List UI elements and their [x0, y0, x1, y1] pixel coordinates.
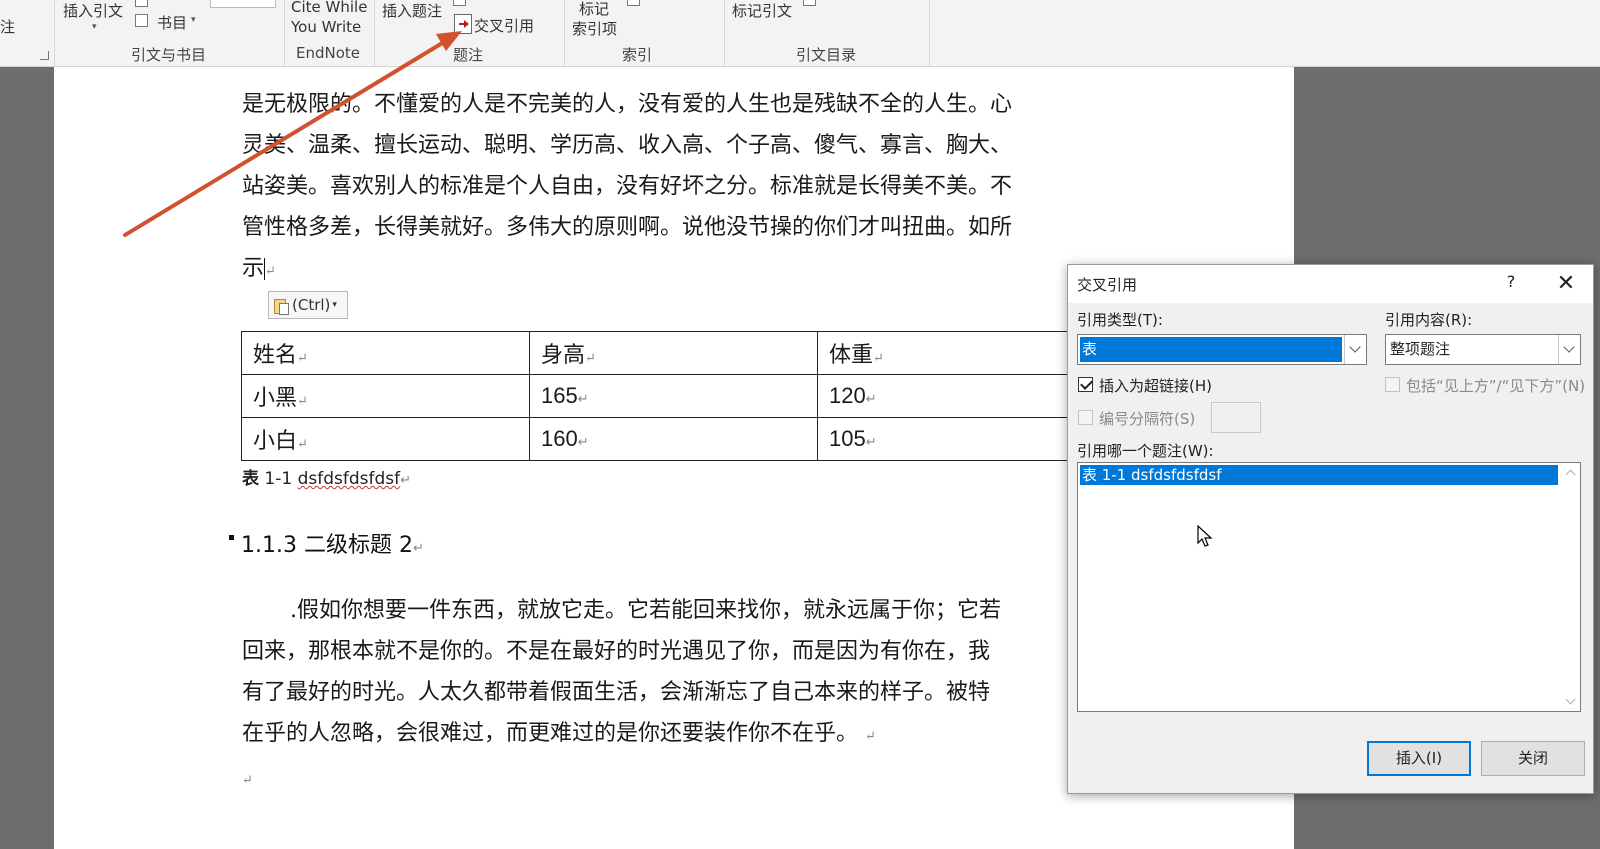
heading-bullet-icon: [229, 535, 234, 540]
mark-entry-line2[interactable]: 索引项: [572, 18, 617, 39]
mark-entry-line1[interactable]: 标记: [579, 0, 609, 19]
paragraph-2-line: 回来，那根本就不是你的。不是在最好的时光遇见了你，而是因为有你在，我: [242, 639, 991, 664]
dialog-title: 交叉引用: [1077, 276, 1138, 294]
caption-listbox[interactable]: 表 1-1 dsfdsfdsfdsf: [1077, 462, 1581, 712]
include-above-below-label: 包括“见上方”/“见下方”(N): [1406, 377, 1586, 395]
captions-group-label: 题注: [453, 46, 484, 64]
close-button[interactable]: 关闭: [1481, 741, 1585, 776]
document-table[interactable]: 姓名↵ 身高↵ 体重↵ 小黑↵ 165↵ 120↵ 小白↵ 160↵ 105↵: [241, 331, 1106, 461]
citations-group-label: 引文与书目: [131, 46, 207, 64]
table-cell[interactable]: 160↵: [529, 417, 818, 461]
which-caption-label: 引用哪一个题注(W):: [1077, 442, 1214, 460]
chevron-down-icon: [1563, 341, 1575, 353]
table-cell[interactable]: 体重↵: [817, 331, 1106, 375]
citations-group: 插入引文 ▾ 书目 ▾ 引文与书目: [55, 0, 285, 67]
table-cell[interactable]: 身高↵: [529, 331, 818, 375]
footnotes-group: 注: [0, 0, 55, 67]
separator-input[interactable]: [1211, 402, 1261, 433]
section-heading[interactable]: 1.1.3 二级标题 2↵: [241, 527, 424, 559]
insert-button[interactable]: 插入(I): [1367, 741, 1471, 776]
table-cell[interactable]: 姓名↵: [241, 331, 530, 375]
table-cell[interactable]: 小黑↵: [241, 374, 530, 418]
insert-caption-button[interactable]: 插入题注: [382, 0, 442, 21]
cross-reference-icon[interactable]: [454, 14, 472, 34]
table-row: 姓名↵ 身高↵ 体重↵: [241, 331, 1106, 375]
insert-citation-button[interactable]: 插入引文: [63, 0, 123, 21]
table-caption[interactable]: 表 1-1 dsfdsfdsfdsf↵: [242, 464, 411, 489]
bibliography-button[interactable]: 书目: [157, 12, 187, 33]
paragraph-1-line: 管性格多差，长得美就好。多伟大的原则啊。说他没节操的你们才叫扭曲。如所: [242, 215, 1013, 240]
footnote-label-fragment: 注: [0, 18, 16, 36]
separate-numbers-checkbox[interactable]: [1078, 410, 1093, 425]
insert-hyperlink-label[interactable]: 插入为超链接(H): [1099, 375, 1212, 396]
cite-while-you-write-line1[interactable]: Cite While: [291, 0, 367, 16]
mark-citation-button[interactable]: 标记引文: [732, 0, 792, 21]
table-cell[interactable]: 105↵: [817, 417, 1106, 461]
empty-paragraph-mark-icon: ↵: [242, 773, 253, 788]
help-icon[interactable]: ?: [1498, 272, 1524, 296]
paragraph-mark-icon: ↵: [400, 473, 412, 488]
cross-reference-dialog: 交叉引用 ? ✕ 引用类型(T): 表 引用内容(R): 整项题注 插入为超链接…: [1067, 264, 1594, 794]
clipboard-icon: [272, 295, 290, 315]
insert-index-icon: [627, 0, 640, 6]
endnote-group-label: EndNote: [296, 44, 361, 62]
dialog-titlebar[interactable]: 交叉引用 ? ✕: [1068, 265, 1593, 303]
table-row: 小白↵ 160↵ 105↵: [241, 417, 1106, 461]
paragraph-2-line: 有了最好的时光。人太久都带着假面生活，会渐渐忘了自己本来的样子。被特: [242, 680, 991, 705]
paste-options-label: (Ctrl): [292, 296, 331, 314]
reference-content-label: 引用内容(R):: [1385, 311, 1473, 329]
paragraph-1-line: 是无极限的。不懂爱的人是不完美的人，没有爱的人生也是残缺不全的人生。心: [242, 92, 1013, 117]
insert-toa-icon: [803, 0, 816, 6]
toa-group-label: 引文目录: [796, 46, 857, 64]
footnotes-dialog-launcher-icon[interactable]: [40, 51, 49, 60]
list-item[interactable]: 表 1-1 dsfdsfdsfdsf: [1080, 465, 1558, 485]
paste-options-button[interactable]: (Ctrl) ▾: [268, 291, 348, 319]
table-of-authorities-group: 标记引文 引文目录: [725, 0, 930, 67]
caption-text: dsfdsfdsfdsf: [297, 469, 401, 489]
insert-hyperlink-checkbox[interactable]: [1078, 377, 1093, 392]
captions-group: 插入题注 交叉引用 题注: [375, 0, 565, 67]
separate-numbers-label: 编号分隔符(S): [1099, 410, 1196, 428]
paragraph-1-line: 站姿美。喜欢别人的标准是个人自由，没有好坏之分。标准就是长得美不美。不: [242, 174, 1013, 199]
reference-type-label: 引用类型(T):: [1077, 311, 1163, 329]
paragraph-1-line: 灵美、温柔、擅长运动、聪明、学历高、收入高、个子高、傻气、寡言、胸大、: [242, 133, 1013, 158]
cross-reference-button[interactable]: 交叉引用: [474, 15, 534, 36]
table-cell[interactable]: 165↵: [529, 374, 818, 418]
mouse-pointer-icon: [1197, 525, 1213, 547]
citation-style-select[interactable]: [210, 0, 276, 8]
paragraph-2-line: 在乎的人忽略，会很难过，而更难过的是你还要装作你不在乎。 ↵: [242, 721, 876, 746]
bibliography-dropdown-icon[interactable]: ▾: [191, 15, 196, 25]
caption-number: 1-1: [264, 469, 293, 489]
index-group-label: 索引: [622, 46, 653, 64]
reference-content-dropdown[interactable]: [1558, 335, 1580, 364]
chevron-down-icon: [1349, 341, 1361, 353]
reference-type-dropdown[interactable]: [1344, 335, 1366, 364]
scroll-down-icon[interactable]: [1565, 694, 1576, 705]
index-group: 标记 索引项 索引: [565, 0, 725, 67]
listbox-scrollbar[interactable]: [1562, 463, 1580, 711]
table-row: 小黑↵ 165↵ 120↵: [241, 374, 1106, 418]
caption-label: 表: [242, 469, 259, 489]
paragraph-mark-icon: ↵: [265, 264, 276, 279]
reference-content-select[interactable]: 整项题注: [1385, 334, 1581, 365]
include-above-below-checkbox[interactable]: [1385, 377, 1400, 392]
endnote-group: Cite While You Write EndNote: [285, 0, 375, 67]
cite-while-you-write-line2[interactable]: You Write: [291, 18, 361, 36]
chevron-down-icon: ▾: [332, 300, 337, 310]
paragraph-1-last-line: 示: [242, 256, 265, 281]
style-icon: [135, 0, 148, 7]
ribbon: 注 插入引文 ▾ 书目 ▾ 引文与书目 Cite While You Write…: [0, 0, 1600, 67]
bibliography-icon: [135, 14, 148, 27]
update-table-icon: [453, 0, 466, 6]
scroll-up-icon[interactable]: [1565, 469, 1576, 480]
close-icon[interactable]: ✕: [1546, 269, 1586, 299]
paragraph-1-line: 示↵: [242, 248, 276, 292]
table-cell[interactable]: 120↵: [817, 374, 1106, 418]
reference-type-select[interactable]: 表: [1077, 334, 1367, 365]
table-cell[interactable]: 小白↵: [241, 417, 530, 461]
reference-content-value: 整项题注: [1390, 340, 1451, 358]
paragraph-2-line: .假如你想要一件东西，就放它走。它若能回来找你，就永远属于你；它若: [290, 598, 1001, 623]
reference-type-value: 表: [1080, 337, 1342, 362]
insert-citation-dropdown-icon[interactable]: ▾: [92, 22, 97, 32]
